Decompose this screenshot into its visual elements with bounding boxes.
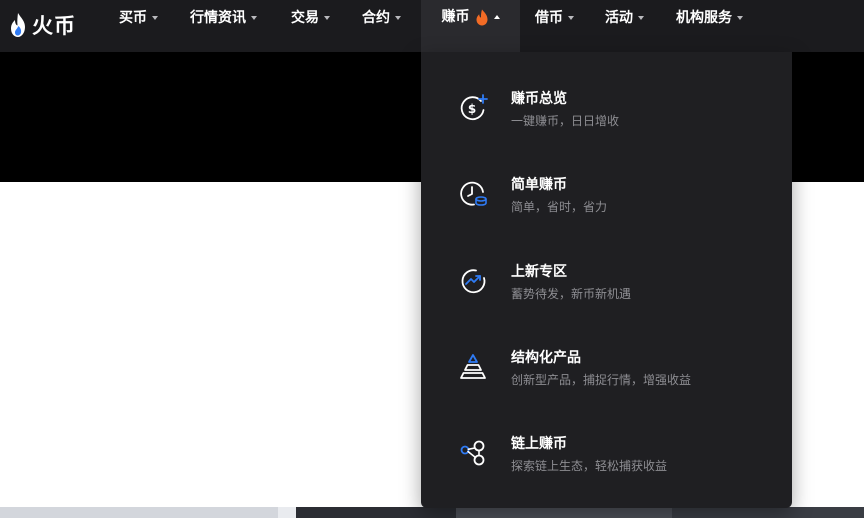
bottom-thumb (296, 507, 456, 518)
bottom-thumb (0, 507, 278, 518)
brand-logo[interactable]: 火币 (8, 7, 76, 43)
chevron-down-icon (251, 16, 257, 20)
nav-item-label: 交易 (291, 10, 319, 26)
huobi-flame-icon (11, 13, 25, 37)
nav-item-loans[interactable]: 借币 (535, 0, 574, 36)
nav-item-label: 行情资讯 (190, 10, 246, 26)
trend-up-icon (461, 269, 486, 294)
nav-item-label: 活动 (605, 10, 633, 26)
top-nav: 火币 买币 行情资讯 交易 合约 赚币 借币 活动 机构服务 (0, 0, 864, 52)
dropdown-item-subtitle: 探索链上生态，轻松捕获收益 (511, 459, 668, 473)
chevron-down-icon (638, 16, 644, 20)
chevron-down-icon (324, 16, 330, 20)
brand-name: 火币 (32, 14, 76, 38)
nav-item-label: 买币 (119, 10, 147, 26)
dropdown-item-on-chain-earn[interactable]: 链上赚币 探索链上生态，轻松捕获收益 (421, 433, 792, 503)
svg-text:$: $ (468, 102, 476, 116)
clock-coin-icon (460, 181, 487, 206)
chain-nodes-icon (460, 440, 485, 466)
nav-item-label: 赚币 (441, 9, 470, 25)
chevron-down-icon (737, 16, 743, 20)
dropdown-item-subtitle: 创新型产品，捕捉行情，增强收益 (511, 373, 692, 387)
nav-item-institutional[interactable]: 机构服务 (676, 0, 743, 36)
dropdown-item-subtitle: 一键赚币，日日增收 (511, 114, 620, 128)
fire-icon (476, 9, 487, 25)
pyramid-icon (460, 354, 486, 379)
bottom-thumb (672, 507, 864, 518)
nav-item-events[interactable]: 活动 (605, 0, 644, 36)
dropdown-item-new-listings[interactable]: 上新专区 蓄势待发，新币新机遇 (421, 261, 792, 331)
nav-item-earn[interactable]: 赚币 (421, 0, 520, 52)
dropdown-item-structured-products[interactable]: 结构化产品 创新型产品，捕捉行情，增强收益 (421, 347, 792, 417)
chevron-up-icon (493, 15, 500, 19)
earn-dropdown-menu: $ 赚币总览 一键赚币，日日增收 简单赚币 简单，省时，省力 上新专区 蓄势待发… (421, 52, 792, 508)
dropdown-item-title: 结构化产品 (511, 350, 581, 366)
nav-item-markets[interactable]: 行情资讯 (190, 0, 257, 36)
dropdown-item-earn-overview[interactable]: $ 赚币总览 一键赚币，日日增收 (421, 88, 792, 158)
nav-item-label: 机构服务 (676, 10, 732, 26)
dropdown-item-subtitle: 蓄势待发，新币新机遇 (511, 287, 632, 301)
nav-item-buy[interactable]: 买币 (119, 0, 158, 36)
nav-item-earn-inner: 赚币 (442, 0, 500, 34)
dollar-plus-icon: $ (460, 94, 488, 121)
dropdown-item-simple-earn[interactable]: 简单赚币 简单，省时，省力 (421, 174, 792, 244)
bottom-thumb (456, 507, 672, 518)
chevron-down-icon (568, 16, 574, 20)
dropdown-item-title: 链上赚币 (511, 436, 567, 452)
chevron-down-icon (395, 16, 401, 20)
chevron-down-icon (152, 16, 158, 20)
nav-item-futures[interactable]: 合约 (362, 0, 401, 36)
dropdown-item-title: 简单赚币 (511, 177, 567, 193)
dropdown-item-subtitle: 简单，省时，省力 (511, 200, 608, 214)
dropdown-item-title: 赚币总览 (511, 91, 567, 107)
page: 火币 买币 行情资讯 交易 合约 赚币 借币 活动 机构服务 $ 赚币总览 一键… (0, 0, 864, 518)
nav-item-label: 合约 (362, 10, 390, 26)
dropdown-item-title: 上新专区 (511, 264, 567, 280)
nav-item-trade[interactable]: 交易 (291, 0, 330, 36)
nav-item-label: 借币 (535, 10, 563, 26)
